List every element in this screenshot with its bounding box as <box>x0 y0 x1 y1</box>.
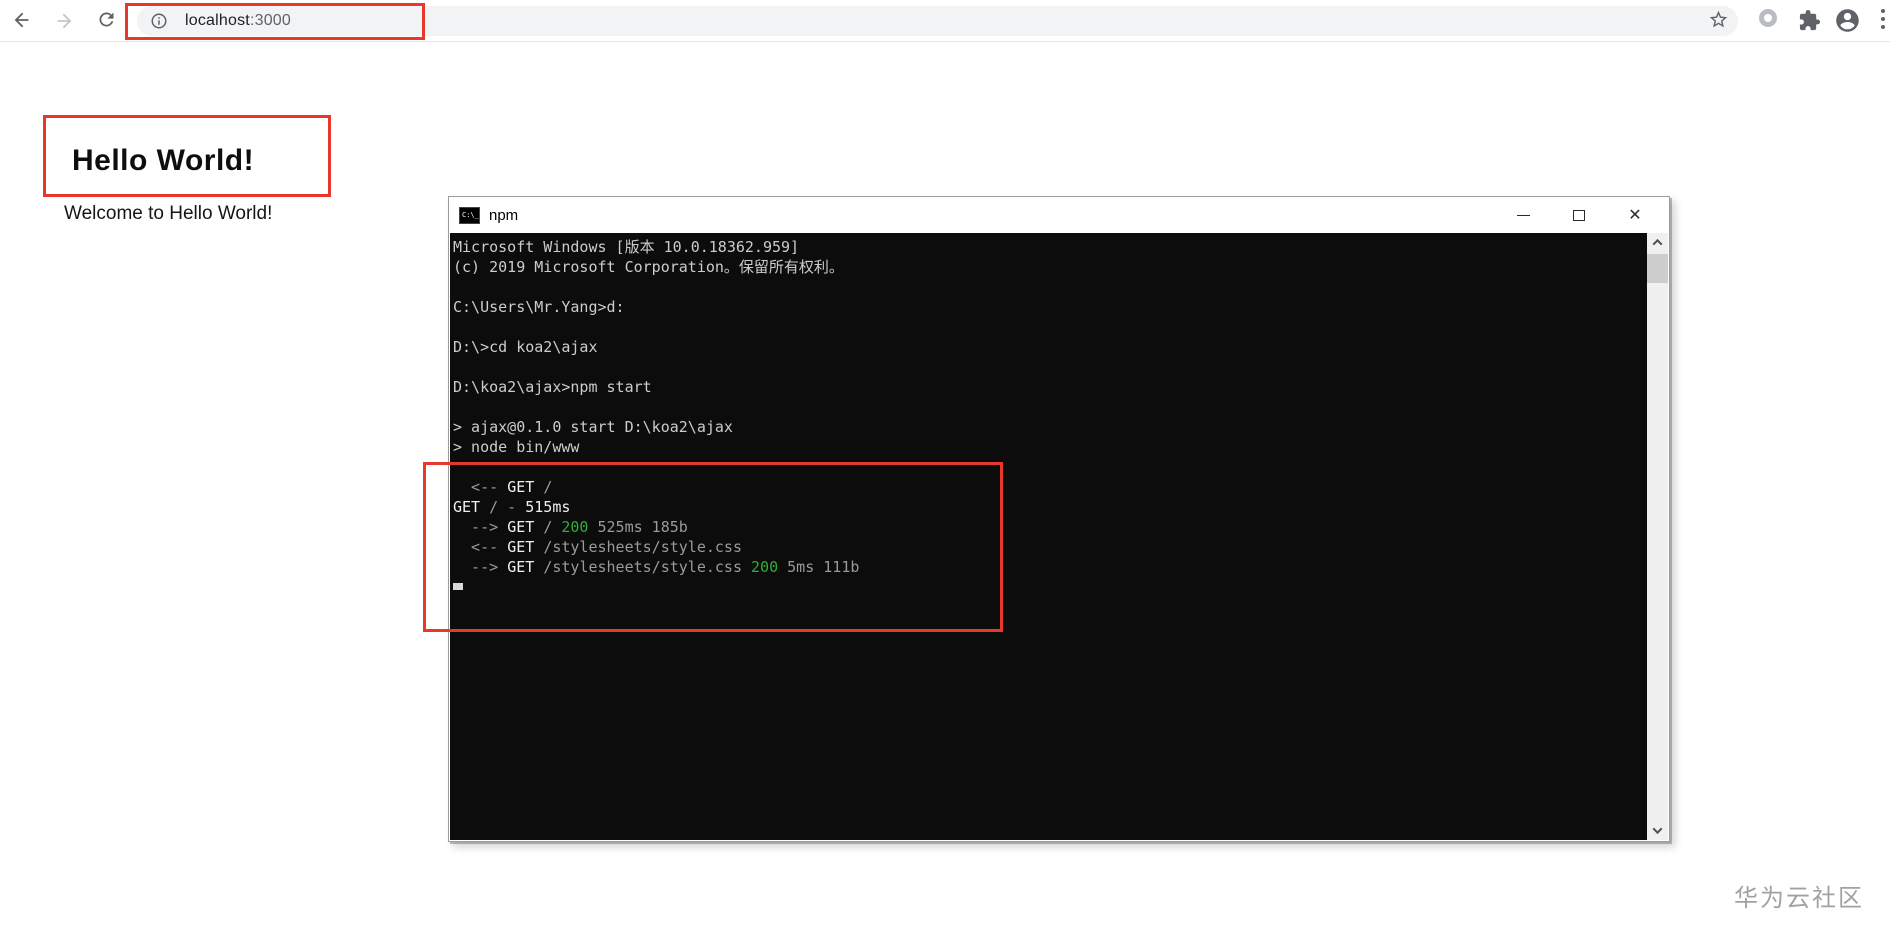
avatar-icon <box>1834 9 1861 37</box>
back-arrow-icon <box>11 9 33 34</box>
bookmark-star-button[interactable] <box>1707 10 1729 32</box>
scroll-up-button[interactable] <box>1647 233 1668 252</box>
url-port: :3000 <box>249 12 291 29</box>
close-icon: ✕ <box>1628 205 1642 224</box>
page-title: Hello World! <box>72 144 255 177</box>
forward-arrow-icon <box>53 10 75 32</box>
refresh-button[interactable] <box>92 7 120 35</box>
window-controls: ✕ <box>1495 197 1663 233</box>
extensions-puzzle-button[interactable] <box>1798 9 1821 35</box>
forward-button[interactable] <box>50 7 78 35</box>
browser-menu-kebab-button[interactable] <box>1881 9 1886 33</box>
minimize-icon <box>1516 214 1530 216</box>
puzzle-icon <box>1798 9 1821 35</box>
scroll-down-button[interactable] <box>1647 821 1668 840</box>
star-icon <box>1708 9 1729 33</box>
terminal-title: npm <box>489 206 519 224</box>
terminal-titlebar[interactable]: C:\_ npm ✕ <box>449 197 1669 233</box>
url-host: localhost <box>185 12 250 29</box>
terminal-window: C:\_ npm ✕ Microsoft Windows [版本 10.0.18… <box>448 196 1670 842</box>
browser-toolbar: localhost:3000 <box>0 0 1890 42</box>
back-button[interactable] <box>8 7 36 35</box>
terminal-scrollbar[interactable] <box>1647 233 1668 840</box>
site-info-icon[interactable] <box>150 12 168 30</box>
terminal-output: Microsoft Windows [版本 10.0.18362.959] (c)… <box>453 237 1644 597</box>
chevron-down-icon <box>1652 824 1663 835</box>
watermark: 华为云社区 <box>1734 885 1864 912</box>
extension-ring-icon[interactable] <box>1759 9 1777 27</box>
maximize-icon <box>1573 209 1585 221</box>
terminal-cursor <box>453 583 463 590</box>
address-bar[interactable]: localhost:3000 <box>137 6 1738 36</box>
chevron-up-icon <box>1652 238 1663 249</box>
close-button[interactable]: ✕ <box>1607 197 1663 233</box>
cmd-prompt-icon: C:\_ <box>459 206 480 224</box>
terminal-console[interactable]: Microsoft Windows [版本 10.0.18362.959] (c)… <box>450 233 1668 840</box>
maximize-button[interactable] <box>1551 197 1607 233</box>
minimize-button[interactable] <box>1495 197 1551 233</box>
profile-avatar-button[interactable] <box>1834 7 1861 37</box>
refresh-icon <box>96 9 117 33</box>
scrollbar-thumb[interactable] <box>1647 254 1668 283</box>
page-subtitle: Welcome to Hello World! <box>64 203 273 224</box>
url-text: localhost:3000 <box>185 12 291 30</box>
